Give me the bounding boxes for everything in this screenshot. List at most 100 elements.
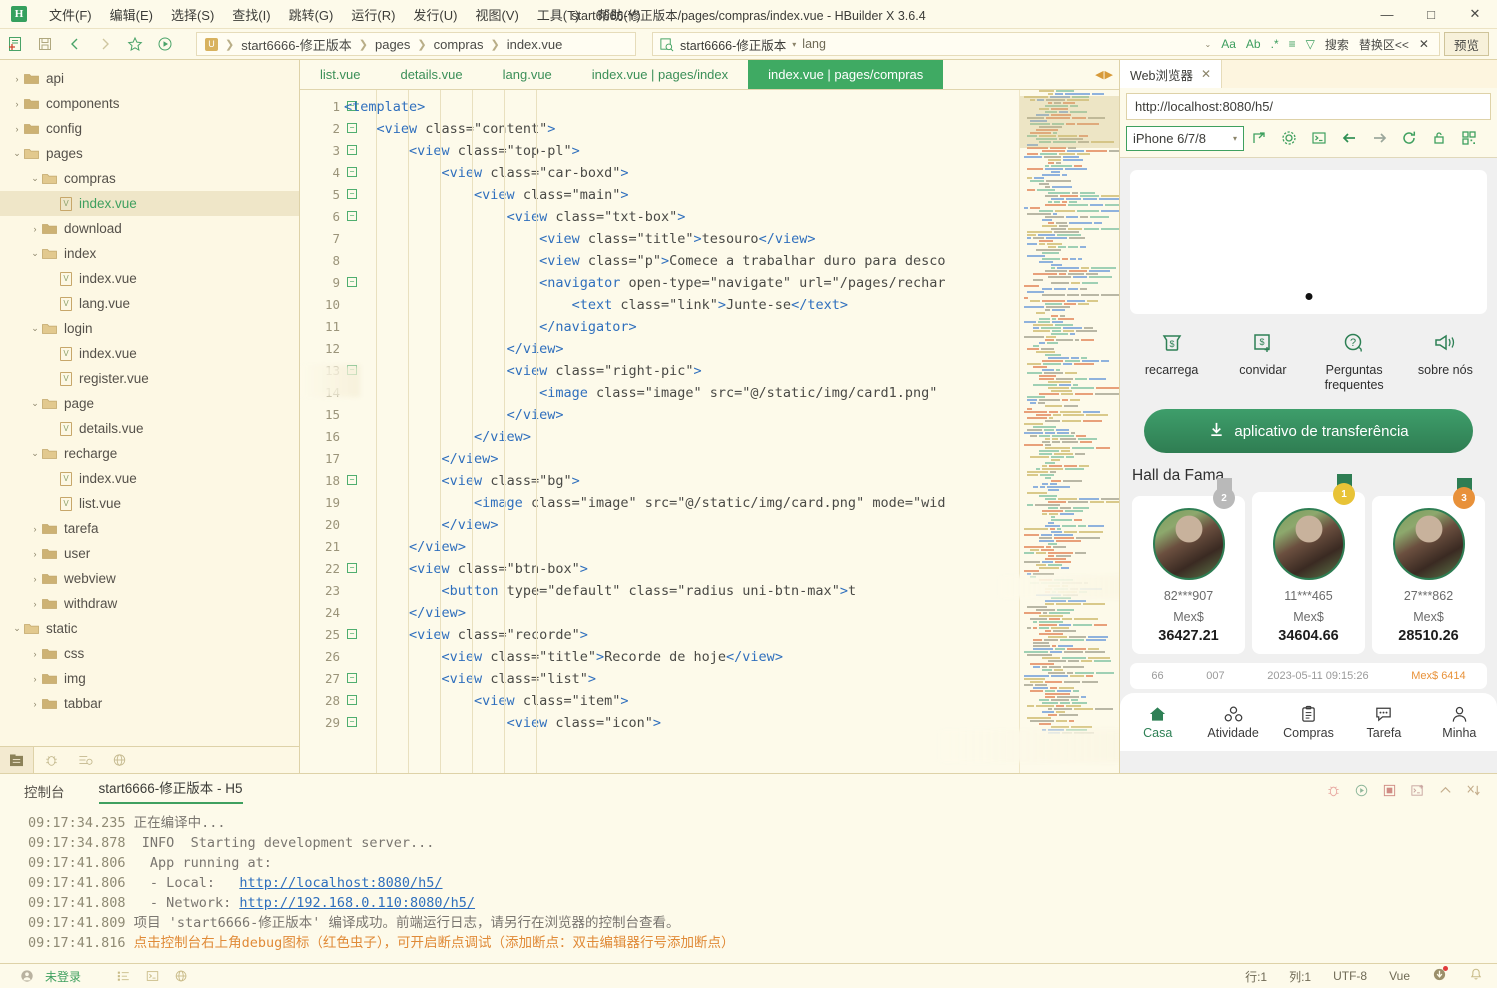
tree-item-tabbar[interactable]: › tabbar [0,691,299,716]
user-icon[interactable] [16,966,38,986]
line-number[interactable]: 23 [300,580,344,602]
tab-scroll-arrows[interactable]: ◀ ▶ [1089,60,1119,89]
quick-action-faq[interactable]: ? Perguntas frequentes [1309,328,1400,393]
breadcrumb-compras[interactable]: compras [434,37,484,52]
code-line[interactable]: <view class="p">Comece a trabalhar duro … [344,250,1119,272]
globe-icon[interactable] [170,966,192,986]
chevron-right-icon[interactable]: ▶ [1105,68,1113,81]
tree-item-css[interactable]: › css [0,641,299,666]
line-number[interactable]: 28− [300,690,357,712]
login-status[interactable]: 未登录 [45,968,81,985]
tree-item-user[interactable]: › user [0,541,299,566]
new-terminal-icon[interactable] [1407,781,1427,801]
code-line[interactable]: <image class="image" src="@/static/img/c… [344,382,1119,404]
menu-view[interactable]: 视图(V) [466,2,527,27]
gear-icon[interactable] [1274,125,1304,151]
code-line[interactable]: </navigator> [344,316,1119,338]
url-bar[interactable]: http://localhost:8080/h5/ [1126,93,1491,120]
language-mode[interactable]: Vue [1389,969,1410,983]
menu-edit[interactable]: 编辑(E) [101,2,162,27]
code-line[interactable]: </view> [344,338,1119,360]
tree-item-index-vue[interactable]: ›Vindex.vue [0,341,299,366]
hall-card[interactable]: 1 11***465 Mex$ 34604.66 [1252,474,1365,654]
preview-button[interactable]: 预览 [1443,32,1489,56]
forward-icon[interactable] [90,31,120,57]
run-icon[interactable] [150,31,180,57]
forward-arrow-icon[interactable] [1364,125,1394,151]
tree-item-compras[interactable]: ⌄ compras [0,166,299,191]
line-number[interactable]: 12 [300,338,344,360]
line-number[interactable]: 22− [300,558,357,580]
line-number[interactable]: 4− [300,162,357,184]
code-area[interactable]: 1−2−3−4−5−6−789−10111213−1415161718−1920… [300,90,1119,773]
regex-icon[interactable]: .* [1271,37,1279,51]
tree-item-login[interactable]: ⌄ login [0,316,299,341]
hero-banner[interactable] [1130,170,1487,314]
code-line[interactable]: <navigator open-type="navigate" url="/pa… [344,272,1119,294]
line-number[interactable]: 10 [300,294,344,316]
tabbar-item-tarefa[interactable]: Tarefa [1346,704,1421,740]
close-button[interactable]: ✕ [1453,0,1497,29]
code-minimap[interactable] [1019,90,1119,773]
tree-item-list-vue[interactable]: ›Vlist.vue [0,491,299,516]
tree-toggle-icon[interactable]: › [10,99,24,109]
match-case-icon[interactable]: Aa [1221,37,1236,51]
debug-bug-icon[interactable] [1323,781,1343,801]
line-number[interactable]: 5− [300,184,357,206]
code-line[interactable]: <view class="item"> [344,690,1119,712]
sidebar-tab-debug[interactable] [34,747,68,774]
editor-tab-0[interactable]: list.vue [300,60,380,89]
line-number[interactable]: 6− [300,206,357,228]
line-number[interactable]: 25− [300,624,357,646]
history-chevron-icon[interactable]: ⌄ [1205,40,1212,49]
cursor-line[interactable]: 行:1 [1245,968,1267,985]
tree-toggle-icon[interactable]: › [28,549,42,559]
download-app-button[interactable]: aplicativo de transferência [1144,409,1473,453]
tree-item-withdraw[interactable]: › withdraw [0,591,299,616]
hall-card[interactable]: 3 27***862 Mex$ 28510.26 [1372,478,1485,654]
code-line[interactable]: </view> [344,602,1119,624]
line-number[interactable]: 26 [300,646,344,668]
line-number[interactable]: 3− [300,140,357,162]
tree-item-index-vue[interactable]: ›Vindex.vue [0,266,299,291]
quick-action-about[interactable]: sobre nós [1400,328,1491,393]
line-number[interactable]: 15 [300,404,344,426]
tree-toggle-icon[interactable]: › [28,674,42,684]
editor-tabstrip[interactable]: list.vue details.vue lang.vue index.vue | p… [300,60,1119,90]
tree-item-static[interactable]: ⌄ static [0,616,299,641]
list-icon[interactable] [112,966,134,986]
console-link[interactable]: http://192.168.0.110:8080/h5/ [239,895,475,911]
line-number[interactable]: 24 [300,602,344,624]
code-line[interactable]: <view class="title">tesouro</view> [344,228,1119,250]
line-number[interactable]: 1− [300,96,357,118]
hall-card[interactable]: 2 82***907 Mex$ 36427.21 [1132,478,1245,654]
search-bar[interactable]: start6666-修正版本 ▾ lang ⌄ Aa Ab .* ≡ ▽ 搜索 … [652,32,1440,56]
code-line[interactable]: <view class="top-pl"> [344,140,1119,162]
console-output[interactable]: 09:17:34.235 正在编译中... 09:17:34.878 INFO S… [0,807,1497,963]
editor-tab-2[interactable]: lang.vue [483,60,572,89]
tree-toggle-icon[interactable]: ⌄ [28,448,42,459]
favorite-star-icon[interactable] [120,31,150,57]
menu-find[interactable]: 查找(I) [223,2,279,27]
line-number[interactable]: 20 [300,514,344,536]
line-number[interactable]: 16 [300,426,344,448]
tree-item-components[interactable]: › components [0,91,299,116]
tree-toggle-icon[interactable]: ⌄ [28,323,42,334]
menu-publish[interactable]: 发行(U) [404,2,466,27]
preview-tab[interactable]: Web浏览器 ✕ [1120,60,1223,88]
editor-tab-3[interactable]: index.vue | pages/index [572,60,748,89]
breadcrumb-pages[interactable]: pages [375,37,410,52]
code-line[interactable]: <view class="content"> [344,118,1119,140]
line-number[interactable]: 9− [300,272,357,294]
code-line[interactable]: <view class="car-boxd"> [344,162,1119,184]
chevron-down-icon[interactable]: ▾ [792,40,796,49]
tree-toggle-icon[interactable]: › [28,224,42,234]
line-number[interactable]: 18− [300,470,357,492]
tree-toggle-icon[interactable]: › [28,524,42,534]
tree-item-recharge[interactable]: ⌄ recharge [0,441,299,466]
tree-toggle-icon[interactable]: ⌄ [28,398,42,409]
search-scope-label[interactable]: start6666-修正版本 [680,35,786,54]
update-icon[interactable] [1432,966,1448,985]
tree-item-pages[interactable]: ⌄ pages [0,141,299,166]
cursor-column[interactable]: 列:1 [1289,968,1311,985]
